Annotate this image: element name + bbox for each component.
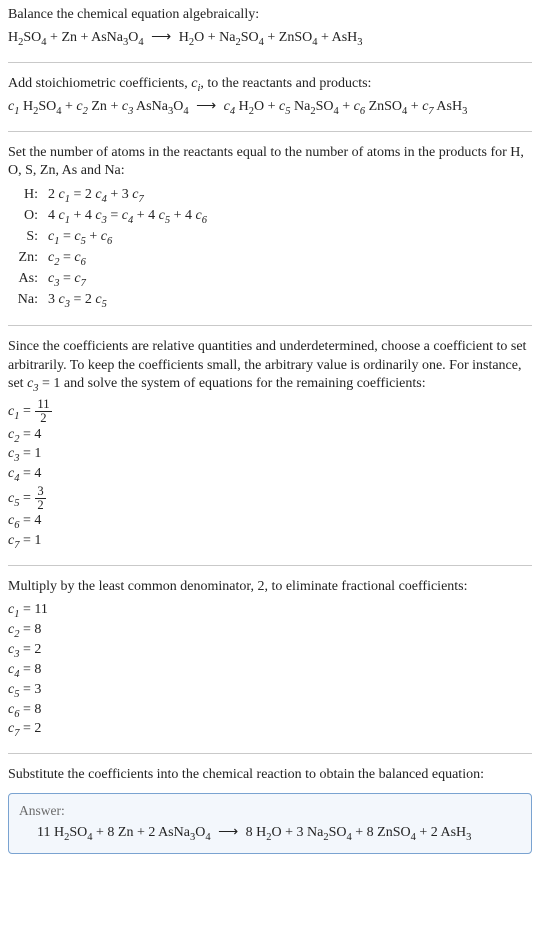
coeff-c4: c4 — [224, 99, 235, 114]
atom-equation: c2 = c6 — [44, 248, 213, 269]
species-asna3o4: AsNa3O4 — [136, 99, 189, 114]
coeff-c3: c3 — [122, 99, 133, 114]
coeff-c1: c1 — [8, 99, 19, 114]
coeff-value: c2 = 8 — [8, 621, 532, 640]
underdetermined-text: Since the coefficients are relative quan… — [8, 338, 532, 395]
coeff-c6: c6 — [354, 99, 365, 114]
plus: + — [208, 30, 219, 45]
divider — [8, 62, 532, 63]
divider — [8, 325, 532, 326]
divider — [8, 131, 532, 132]
species-zn: Zn — [61, 30, 77, 45]
stoich-suffix: , to the reactants and products: — [200, 76, 371, 91]
species-asna3o4: AsNa3O4 — [91, 30, 144, 45]
coeff-value: c4 = 8 — [8, 661, 532, 680]
plus: + — [342, 99, 353, 114]
coeff-c2: c2 — [76, 99, 87, 114]
species-h2o: H2O — [239, 99, 265, 114]
stoich-prefix: Add stoichiometric coefficients, — [8, 76, 191, 91]
coeff-value: c6 = 8 — [8, 701, 532, 720]
species-h2so4: H2SO4 — [23, 99, 62, 114]
coeff-c7: c7 — [422, 99, 433, 114]
coeff-value: c6 = 4 — [8, 512, 532, 531]
coeff-value: c2 = 4 — [8, 426, 532, 445]
element-label: As: — [8, 269, 44, 290]
atom-equation: 3 c3 = 2 c5 — [44, 290, 213, 311]
lcd-text: Multiply by the least common denominator… — [8, 578, 532, 597]
final-intro: Substitute the coefficients into the che… — [8, 766, 532, 785]
element-label: Na: — [8, 290, 44, 311]
page: Balance the chemical equation algebraica… — [0, 0, 540, 866]
answer-box: Answer: 11 H2SO4 + 8 Zn + 2 AsNa3O4 ⟶ 8 … — [8, 793, 532, 854]
c3-symbol: c3 — [27, 376, 38, 391]
coeff-value: c7 = 1 — [8, 532, 532, 551]
unbalanced-equation: H2SO4 + Zn + AsNa3O4 ⟶ H2O + Na2SO4 + Zn… — [8, 29, 532, 48]
coeff-value: c5 = 3 — [8, 681, 532, 700]
coeff-value: c5 = 32 — [8, 485, 532, 511]
species-h2o: H2O — [179, 30, 205, 45]
atom-row: Zn:c2 = c6 — [8, 248, 213, 269]
coeff-value: c7 = 2 — [8, 720, 532, 739]
atom-equation: c1 = c5 + c6 — [44, 227, 213, 248]
plus: + — [267, 30, 278, 45]
divider — [8, 565, 532, 566]
atom-balance-table: H:2 c1 = 2 c4 + 3 c7O:4 c1 + 4 c3 = c4 +… — [8, 185, 213, 310]
divider — [8, 753, 532, 754]
plus: + — [50, 30, 61, 45]
coeff-equation: c1 H2SO4 + c2 Zn + c3 AsNa3O4 ⟶ c4 H2O +… — [8, 98, 532, 117]
element-label: O: — [8, 206, 44, 227]
solution-fractional: c1 = 112 c2 = 4c3 = 1c4 = 4c5 = 32c6 = 4c… — [8, 398, 532, 551]
plus: + — [268, 99, 279, 114]
element-label: H: — [8, 185, 44, 206]
species-znso4: ZnSO4 — [369, 99, 408, 114]
arrow-icon: ⟶ — [147, 30, 175, 45]
atom-equation: 4 c1 + 4 c3 = c4 + 4 c5 + 4 c6 — [44, 206, 213, 227]
atom-equation: 2 c1 = 2 c4 + 3 c7 — [44, 185, 213, 206]
element-label: Zn: — [8, 248, 44, 269]
atom-row: Na:3 c3 = 2 c5 — [8, 290, 213, 311]
species-ash3: AsH3 — [332, 30, 363, 45]
stoich-text: Add stoichiometric coefficients, ci, to … — [8, 75, 532, 94]
coeff-value: c1 = 112 — [8, 398, 532, 424]
underdet-suffix: = 1 and solve the system of equations fo… — [39, 376, 426, 391]
atom-row: As:c3 = c7 — [8, 269, 213, 290]
atom-row: O:4 c1 + 4 c3 = c4 + 4 c5 + 4 c6 — [8, 206, 213, 227]
plus: + — [321, 30, 332, 45]
answer-label: Answer: — [19, 802, 521, 820]
arrow-icon: ⟶ — [214, 825, 242, 840]
species-znso4: ZnSO4 — [279, 30, 318, 45]
coeff-value: c3 = 2 — [8, 641, 532, 660]
coeff-value: c4 = 4 — [8, 465, 532, 484]
species-h2so4: H2SO4 — [8, 30, 47, 45]
plus: + — [81, 30, 92, 45]
species-ash3: AsH3 — [436, 99, 467, 114]
element-label: S: — [8, 227, 44, 248]
atom-row: S:c1 = c5 + c6 — [8, 227, 213, 248]
intro-text: Balance the chemical equation algebraica… — [8, 6, 532, 25]
species-na2so4: Na2SO4 — [294, 99, 339, 114]
species-na2so4: Na2SO4 — [219, 30, 264, 45]
plus: + — [411, 99, 422, 114]
balanced-equation: 11 H2SO4 + 8 Zn + 2 AsNa3O4 ⟶ 8 H2O + 3 … — [19, 824, 521, 843]
arrow-icon: ⟶ — [192, 99, 220, 114]
atom-equation: c3 = c7 — [44, 269, 213, 290]
plus: + — [110, 99, 121, 114]
solution-integer: c1 = 11c2 = 8c3 = 2c4 = 8c5 = 3c6 = 8c7 … — [8, 601, 532, 739]
species-zn: Zn — [91, 99, 107, 114]
plus: + — [65, 99, 76, 114]
coeff-value: c3 = 1 — [8, 445, 532, 464]
coeff-c5: c5 — [279, 99, 290, 114]
coeff-value: c1 = 11 — [8, 601, 532, 620]
atoms-intro: Set the number of atoms in the reactants… — [8, 144, 532, 182]
atom-row: H:2 c1 = 2 c4 + 3 c7 — [8, 185, 213, 206]
